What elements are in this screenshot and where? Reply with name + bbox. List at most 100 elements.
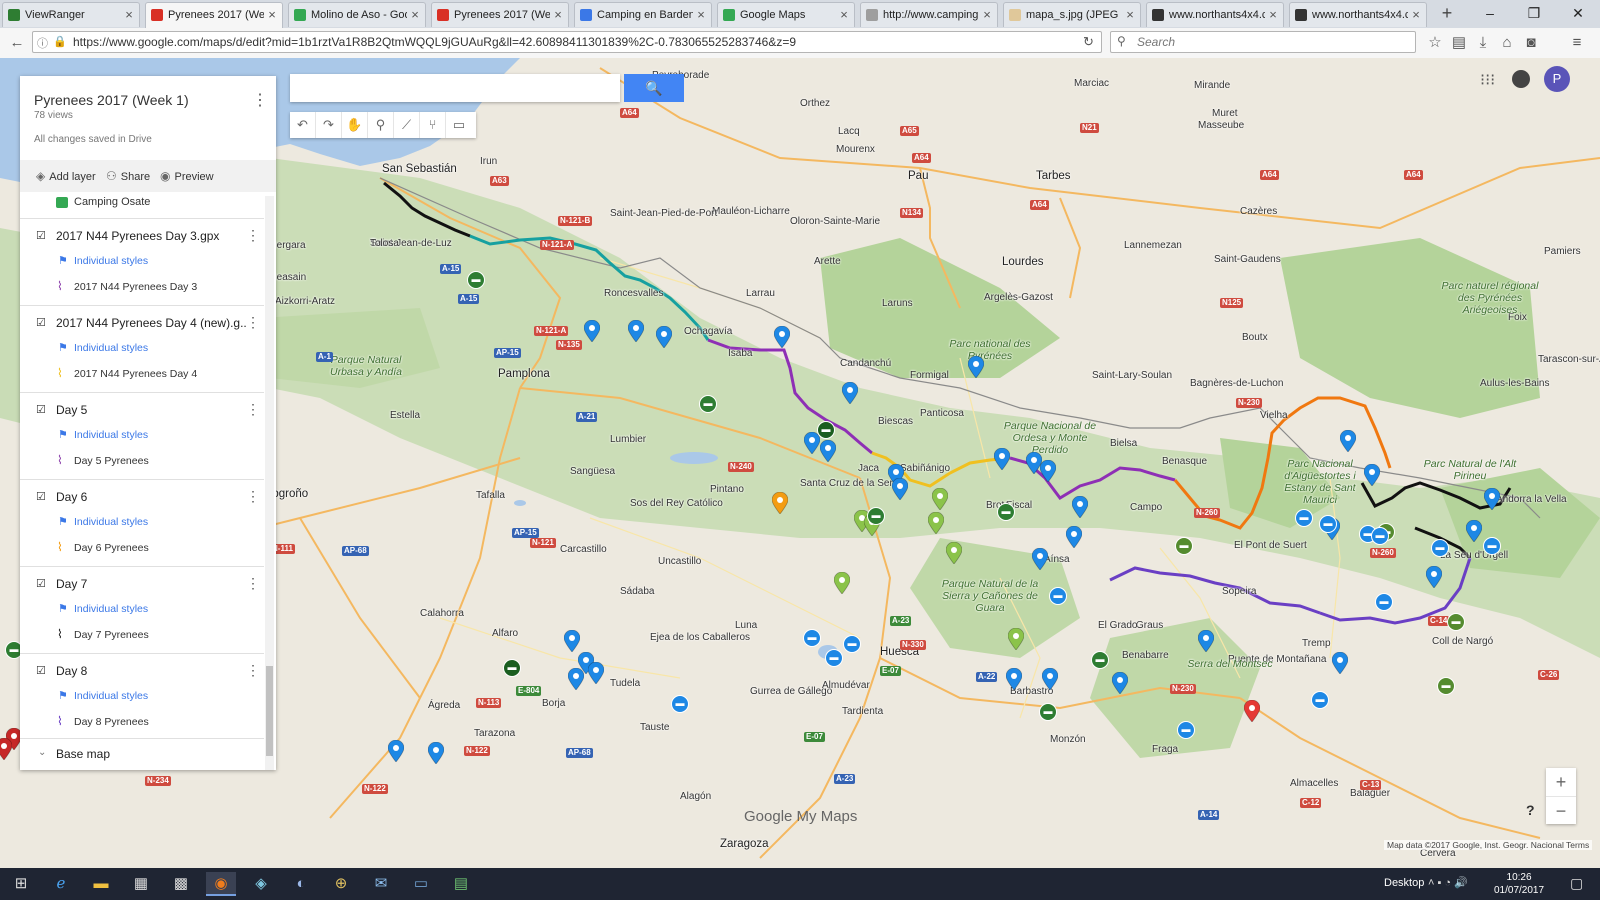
map-marker-icon[interactable] — [1466, 520, 1482, 542]
campsite-marker-icon[interactable]: ▬ — [1177, 721, 1195, 739]
map-marker-icon[interactable] — [1006, 668, 1022, 690]
calculator-icon[interactable]: ▩ — [166, 872, 196, 896]
layer-options-menu-icon[interactable]: ⋮ — [246, 227, 260, 244]
campsite-marker-icon[interactable]: ▬ — [803, 629, 821, 647]
map-marker-icon[interactable] — [628, 320, 644, 342]
layer-name[interactable]: Day 5 — [56, 403, 246, 417]
map-marker-icon[interactable] — [834, 572, 850, 594]
map-marker-icon[interactable] — [820, 440, 836, 462]
layer-options-menu-icon[interactable]: ⋮ — [246, 488, 260, 505]
zoom-in-button[interactable]: + — [1546, 768, 1576, 796]
monitor-icon[interactable]: ▭ — [406, 872, 436, 896]
hand-pan-icon[interactable]: ✋ — [342, 112, 368, 138]
campsite-marker-icon[interactable]: ▬ — [699, 395, 717, 413]
firefox-icon[interactable]: ◉ — [206, 872, 236, 896]
layer-style-link[interactable]: Individual styles — [74, 516, 148, 528]
browser-tab[interactable]: ViewRanger × — [2, 2, 140, 27]
url-bar[interactable]: ⓘ 🔒 https://www.google.com/maps/d/edit?m… — [32, 31, 1102, 53]
close-tab-icon[interactable]: × — [552, 3, 564, 27]
map-marker-icon[interactable] — [428, 742, 444, 764]
map-marker-icon[interactable] — [804, 432, 820, 454]
campsite-marker-icon[interactable]: ▬ — [1371, 527, 1389, 545]
desktop-toolbar[interactable]: Desktop — [1384, 877, 1424, 889]
layer-name[interactable]: 2017 N44 Pyrenees Day 3.gpx — [56, 229, 246, 243]
browser-tab[interactable]: Molino de Aso - Goo × — [288, 2, 426, 27]
spreadsheet-icon[interactable]: ▤ — [446, 872, 476, 896]
browser-tab[interactable]: www.northants4x4.c × — [1289, 2, 1427, 27]
new-tab-button[interactable]: + — [1436, 3, 1458, 24]
app-icon[interactable]: ◈ — [246, 872, 276, 896]
map-marker-icon[interactable] — [656, 326, 672, 348]
browser-tab[interactable]: www.northants4x4.c × — [1146, 2, 1284, 27]
map-marker-icon[interactable] — [1032, 548, 1048, 570]
map-marker-icon[interactable] — [564, 630, 580, 652]
map-marker-icon[interactable] — [568, 668, 584, 690]
map-marker-icon[interactable] — [1340, 430, 1356, 452]
layer-name[interactable]: 2017 N44 Pyrenees Day 4 (new).g... — [56, 316, 246, 330]
layer-style-link[interactable]: Individual styles — [74, 255, 148, 267]
map-marker-icon[interactable] — [1042, 668, 1058, 690]
campsite-marker-icon[interactable]: ▬ — [1049, 587, 1067, 605]
close-tab-icon[interactable]: × — [981, 3, 993, 27]
route-name[interactable]: Day 8 Pyrenees — [74, 716, 149, 728]
browser-search-bar[interactable]: ⚲ Search — [1110, 31, 1416, 53]
browser-tab[interactable]: Camping en Barden × — [574, 2, 712, 27]
map-marker-icon[interactable] — [928, 512, 944, 534]
close-window-button[interactable]: ✕ — [1556, 0, 1600, 28]
add-marker-icon[interactable]: ⚲ — [368, 112, 394, 138]
minimize-button[interactable]: – — [1468, 0, 1512, 28]
map-marker-icon[interactable] — [1426, 566, 1442, 588]
layer-checkbox[interactable]: ☑ — [36, 318, 47, 329]
campsite-marker-icon[interactable]: ▬ — [1295, 509, 1313, 527]
map-search-button[interactable]: 🔍 — [624, 74, 684, 102]
route-name[interactable]: 2017 N44 Pyrenees Day 4 — [74, 368, 197, 380]
close-tab-icon[interactable]: × — [409, 3, 421, 27]
system-clock[interactable]: 10:26 01/07/2017 — [1494, 871, 1544, 897]
panel-scrollbar[interactable] — [265, 196, 274, 770]
system-tray-icons[interactable]: ˄ ▪ ◔ 🔊 — [1428, 876, 1468, 889]
base-map-row[interactable]: ⌄ Base map — [20, 738, 264, 769]
map-marker-icon[interactable] — [588, 662, 604, 684]
ruler-icon[interactable]: ▭ — [446, 112, 472, 138]
close-tab-icon[interactable]: × — [1124, 3, 1136, 27]
map-marker-icon[interactable] — [892, 478, 908, 500]
campsite-marker-icon[interactable]: ▬ — [817, 421, 835, 439]
download-icon[interactable]: ⤓ — [1472, 33, 1494, 53]
layer-checkbox[interactable]: ☑ — [36, 405, 47, 416]
scrollbar-thumb[interactable] — [266, 666, 273, 756]
layer-checkbox[interactable]: ☑ — [36, 579, 47, 590]
route-line-icon[interactable]: ⌇ — [57, 714, 63, 728]
maximize-button[interactable]: ❐ — [1512, 0, 1556, 28]
map-marker-icon[interactable] — [774, 326, 790, 348]
map-marker-icon[interactable] — [968, 356, 984, 378]
route-line-icon[interactable]: ⌇ — [57, 627, 63, 641]
close-tab-icon[interactable]: × — [695, 3, 707, 27]
store-icon[interactable]: ▦ — [126, 872, 156, 896]
campsite-marker-icon[interactable]: ▬ — [1437, 677, 1455, 695]
campsite-marker-icon[interactable]: ▬ — [467, 271, 485, 289]
directions-icon[interactable]: ⑂ — [420, 112, 446, 138]
campsite-marker-icon[interactable]: ▬ — [671, 695, 689, 713]
campsite-marker-icon[interactable]: ▬ — [843, 635, 861, 653]
campsite-marker-icon[interactable]: ▬ — [997, 503, 1015, 521]
campsite-marker-icon[interactable]: ▬ — [1431, 539, 1449, 557]
browser-tab[interactable]: Pyrenees 2017 (Week× — [431, 2, 569, 27]
map-marker-icon[interactable] — [1364, 464, 1380, 486]
close-tab-icon[interactable]: × — [1267, 3, 1279, 27]
map-marker-icon[interactable] — [1040, 460, 1056, 482]
close-tab-icon[interactable]: × — [266, 3, 278, 27]
apps-grid-icon[interactable]: ⁝⁝⁝ — [1480, 70, 1495, 90]
layer-style-link[interactable]: Individual styles — [74, 342, 148, 354]
campsite-marker-icon[interactable]: ▬ — [1039, 703, 1057, 721]
draw-line-icon[interactable]: ⟋ — [394, 112, 420, 138]
share-button[interactable]: ⚇ Share — [106, 169, 150, 183]
campsite-marker-icon[interactable]: ▬ — [1311, 691, 1329, 709]
layer-options-menu-icon[interactable]: ⋮ — [246, 401, 260, 418]
layer-style-link[interactable]: Individual styles — [74, 690, 148, 702]
close-tab-icon[interactable]: × — [838, 3, 850, 27]
avatar[interactable]: P — [1544, 66, 1570, 92]
campsite-marker-icon[interactable]: ▬ — [867, 507, 885, 525]
route-line-icon[interactable]: ⌇ — [57, 366, 63, 380]
info-icon[interactable]: ⓘ — [37, 35, 48, 51]
campsite-marker-icon[interactable]: ▬ — [825, 649, 843, 667]
